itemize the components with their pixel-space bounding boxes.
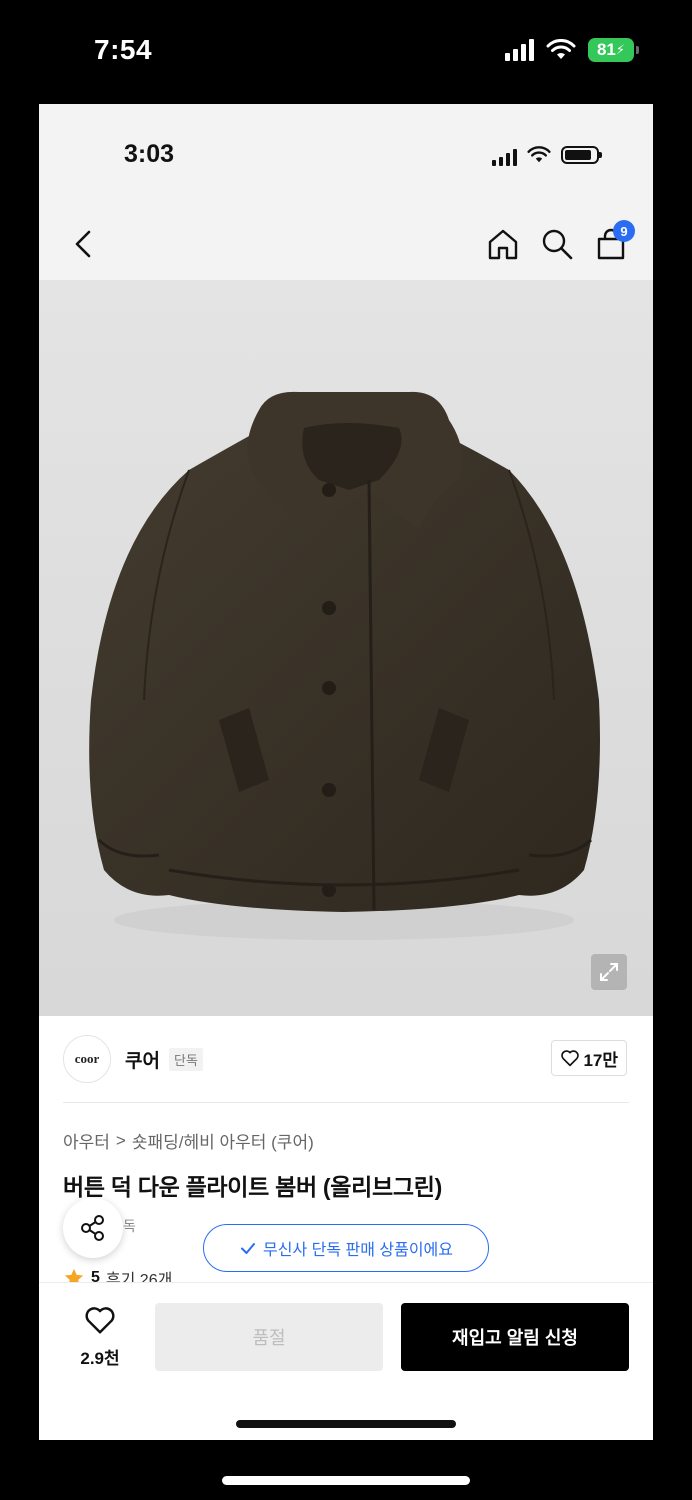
bottom-action-bar: 2.9천 품절 재입고 알림 신청 <box>39 1282 653 1440</box>
charging-bolt-icon: ⚡ <box>615 42 626 57</box>
brand-like-count: 17만 <box>583 1050 618 1070</box>
breadcrumb-category[interactable]: 아우터 <box>63 1128 110 1153</box>
cellular-signal-icon <box>505 39 534 61</box>
breadcrumb: 아우터 > 숏패딩/헤비 아우터 (쿠어) <box>63 1128 314 1153</box>
outer-clock: 7:54 <box>94 34 153 65</box>
app-screenshot: 3:03 9 coor 쿠어 단독 17만 아우터 > 숏패딩/헤비 아우터 (… <box>39 104 653 1440</box>
share-icon <box>81 1215 104 1241</box>
exclusive-notice-text: 무신사 단독 판매 상품이에요 <box>263 1242 453 1259</box>
inner-status-bar: 3:03 <box>39 104 653 208</box>
breadcrumb-separator: > <box>115 1130 126 1150</box>
exclusive-tag-partial: 독 <box>123 1218 136 1234</box>
product-title: 버튼 덕 다운 플라이트 봄버 (올리브그린) <box>63 1174 442 1200</box>
inner-home-indicator <box>236 1420 456 1428</box>
expand-icon <box>600 963 618 981</box>
battery-level: 81 <box>596 40 616 59</box>
brand-name[interactable]: 쿠어 <box>125 1046 160 1073</box>
chevron-left-icon <box>75 230 91 258</box>
wishlist-button[interactable]: 2.9천 <box>69 1305 131 1369</box>
home-button[interactable] <box>485 224 521 264</box>
inner-status-icons <box>492 144 602 166</box>
restock-alert-button[interactable]: 재입고 알림 신청 <box>401 1303 629 1371</box>
exclusive-notice: 무신사 단독 판매 상품이에요 <box>203 1224 489 1272</box>
cart-button[interactable]: 9 <box>593 220 635 264</box>
wishlist-count: 2.9천 <box>80 1349 120 1368</box>
home-indicator[interactable] <box>222 1476 470 1485</box>
outer-status-icons: 81 ⚡ <box>505 38 639 62</box>
heart-icon <box>85 1307 115 1334</box>
section-divider <box>63 1102 629 1103</box>
home-icon <box>488 229 518 260</box>
wifi-icon <box>546 39 576 59</box>
brand-logo[interactable]: coor <box>63 1035 111 1083</box>
jacket-illustration <box>89 391 600 940</box>
battery-icon: 81 ⚡ <box>588 38 639 62</box>
soldout-button: 품절 <box>155 1303 383 1371</box>
check-icon <box>241 1243 255 1254</box>
product-image[interactable] <box>39 280 653 1016</box>
top-navigation: 9 <box>39 208 653 280</box>
nav-actions: 9 <box>485 220 635 264</box>
expand-image-button[interactable] <box>591 954 627 990</box>
exclusive-tag: 단독 <box>169 1048 203 1071</box>
cart-count-badge: 9 <box>613 220 635 242</box>
brand-like-button[interactable]: 17만 <box>551 1040 627 1076</box>
search-button[interactable] <box>539 224 575 264</box>
share-button[interactable] <box>63 1198 123 1258</box>
wifi-icon <box>527 146 551 163</box>
breadcrumb-subcategory[interactable]: 숏패딩/헤비 아우터 (쿠어) <box>132 1128 314 1153</box>
search-icon <box>542 229 573 260</box>
outer-status-bar: 7:54 81 ⚡ <box>0 0 692 104</box>
battery-icon <box>561 146 602 164</box>
back-button[interactable] <box>67 224 103 264</box>
brand-row: coor 쿠어 단독 17만 <box>39 1016 653 1104</box>
heart-icon <box>561 1050 580 1067</box>
inner-clock: 3:03 <box>124 140 175 168</box>
cellular-signal-icon <box>492 144 517 166</box>
